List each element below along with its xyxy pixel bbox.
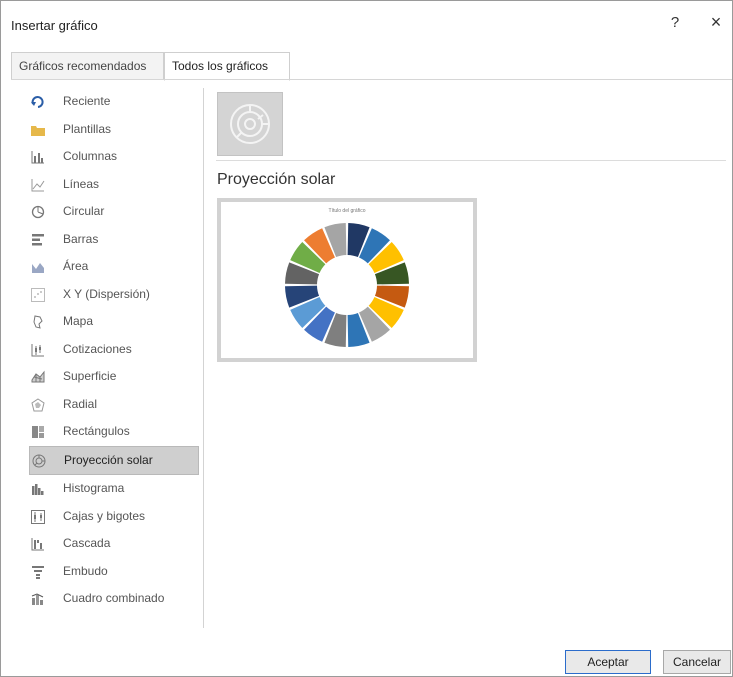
sidebar-item-label: Reciente	[63, 94, 111, 108]
title-bar: Insertar gráfico ? ×	[1, 1, 732, 45]
scatter-chart-icon	[31, 287, 45, 302]
tab-recommended-charts[interactable]: Gráficos recomendados	[11, 52, 164, 80]
chart-type-title: Proyección solar	[217, 171, 336, 188]
sidebar-item-reciente[interactable]: Reciente	[29, 88, 199, 116]
sidebar-item-proyeccion-solar[interactable]: Proyección solar	[29, 445, 199, 475]
area-chart-icon	[32, 263, 44, 273]
sunburst-preview[interactable]: Título del gráfico	[217, 198, 477, 362]
radar-chart-icon	[31, 397, 45, 411]
sidebar-item-label: Rectángulos	[63, 424, 130, 438]
sidebar-item-cascada[interactable]: Cascada	[29, 530, 199, 558]
funnel-chart-icon	[32, 565, 44, 579]
close-button[interactable]: ×	[705, 12, 727, 34]
sidebar-item-label: X Y (Dispersión)	[63, 286, 150, 301]
surface-chart-icon	[31, 370, 45, 383]
treemap-chart-icon	[32, 426, 44, 438]
dialog-footer: Aceptar Cancelar	[1, 645, 732, 676]
line-chart-icon	[31, 178, 45, 191]
sidebar-item-label: Cuadro combinado	[63, 591, 165, 605]
sidebar-item-label: Cotizaciones	[63, 341, 132, 356]
sidebar-item-embudo[interactable]: Embudo	[29, 558, 199, 586]
stock-chart-icon	[31, 343, 44, 356]
sidebar-item-plantillas[interactable]: Plantillas	[29, 116, 199, 144]
sidebar-item-label: Proyección solar	[64, 452, 153, 467]
sidebar-item-radial[interactable]: Radial	[29, 391, 199, 419]
sidebar-item-dispersion[interactable]: X Y (Dispersión)	[29, 281, 199, 309]
sidebar-item-rectangulos[interactable]: Rectángulos	[29, 418, 199, 446]
sidebar-item-barras[interactable]: Barras	[29, 226, 199, 254]
sidebar-item-label: Plantillas	[63, 121, 112, 136]
histogram-chart-icon	[32, 484, 44, 495]
recent-icon	[31, 96, 44, 108]
dialog-title: Insertar gráfico	[11, 18, 98, 33]
sidebar-item-columnas[interactable]: Columnas	[29, 143, 199, 171]
sidebar-item-label: Líneas	[63, 176, 100, 191]
tab-content: Reciente Plantillas Columnas Líneas Circ…	[11, 79, 732, 646]
bar-chart-icon	[32, 233, 44, 245]
sidebar-item-label: Cascada	[63, 536, 111, 550]
sidebar-item-label: Área	[63, 259, 89, 273]
sidebar-item-label: Mapa	[63, 314, 94, 328]
sidebar-item-superficie[interactable]: Superficie	[29, 363, 199, 391]
sidebar-item-label: Columnas	[63, 149, 118, 163]
sunburst-preview-graphic	[285, 223, 409, 347]
sidebar-item-label: Circular	[63, 204, 105, 218]
sidebar-item-label: Cajas y bigotes	[63, 508, 146, 523]
chart-type-list: Reciente Plantillas Columnas Líneas Circ…	[29, 88, 199, 613]
sidebar-item-cotizaciones[interactable]: Cotizaciones	[29, 336, 199, 364]
vertical-divider	[203, 88, 204, 628]
combo-chart-icon	[31, 593, 44, 605]
tab-all-charts[interactable]: Todos los gráficos	[164, 52, 290, 81]
sunburst-subtype-icon	[230, 104, 270, 144]
horizontal-divider	[216, 160, 726, 161]
box-whisker-chart-icon	[31, 509, 45, 524]
waterfall-chart-icon	[31, 538, 44, 551]
cancel-button[interactable]: Cancelar	[663, 650, 731, 674]
insert-chart-dialog: Insertar gráfico ? × Gráficos recomendad…	[0, 0, 733, 677]
pie-chart-icon	[31, 205, 45, 219]
sidebar-item-cuadro-combinado[interactable]: Cuadro combinado	[29, 585, 199, 613]
sidebar-item-lineas[interactable]: Líneas	[29, 171, 199, 199]
sidebar-item-label: Embudo	[63, 563, 108, 578]
sidebar-item-circular[interactable]: Circular	[29, 198, 199, 226]
folder-icon	[31, 125, 45, 136]
sunburst-chart-icon	[32, 454, 46, 467]
ok-button[interactable]: Aceptar	[565, 650, 651, 674]
sidebar-item-label: Superficie	[63, 369, 117, 383]
map-chart-icon	[33, 315, 43, 329]
sidebar-item-label: Barras	[63, 231, 99, 246]
column-chart-icon	[31, 151, 44, 164]
sidebar-item-label: Histograma	[63, 481, 125, 495]
sidebar-item-cajas-bigotes[interactable]: Cajas y bigotes	[29, 503, 199, 531]
sidebar-item-mapa[interactable]: Mapa	[29, 308, 199, 336]
sidebar-item-histograma[interactable]: Histograma	[29, 475, 199, 503]
sidebar-item-area[interactable]: Área	[29, 253, 199, 281]
sunburst-subtype-thumbnail[interactable]	[217, 92, 283, 156]
help-button[interactable]: ?	[665, 14, 685, 34]
sidebar-item-label: Radial	[63, 396, 98, 411]
